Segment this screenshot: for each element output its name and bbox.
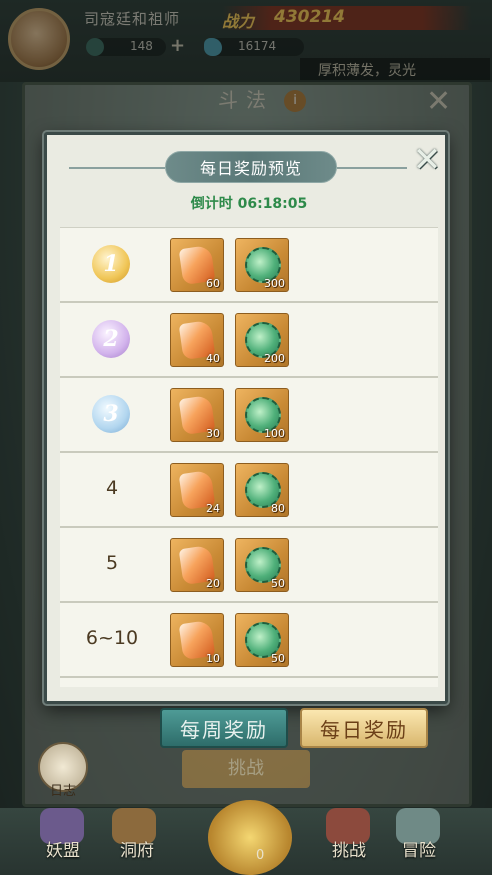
- fire-gem-icon[interactable]: 60: [170, 238, 224, 292]
- nav-alliance[interactable]: 妖盟: [46, 836, 80, 861]
- title-divider-right: [337, 167, 407, 169]
- item-quantity: 50: [271, 652, 285, 665]
- reward-row: 6~10 10 50: [60, 603, 438, 678]
- nav-cave[interactable]: 洞府: [120, 836, 154, 861]
- jade-coil-icon[interactable]: 50: [235, 613, 289, 667]
- fire-gem-icon[interactable]: 10: [170, 613, 224, 667]
- challenge-button-bg[interactable]: 挑战: [182, 750, 310, 788]
- item-quantity: 10: [206, 652, 220, 665]
- tab-daily-rewards[interactable]: 每日奖励: [300, 708, 428, 748]
- center-coin-icon[interactable]: [208, 800, 292, 875]
- daily-reward-modal: 每日奖励预览 ✕ 倒计时 06:18:05 1 60 300 2 40 200 …: [44, 132, 448, 704]
- item-quantity: 80: [271, 502, 285, 515]
- jade-coil-icon[interactable]: 100: [235, 388, 289, 442]
- reward-list[interactable]: 1 60 300 2 40 200 3 30 100 4 24 80 5 20 …: [60, 227, 438, 687]
- jade-coil-icon[interactable]: 80: [235, 463, 289, 517]
- center-coin-count: 0: [256, 848, 265, 863]
- item-quantity: 50: [271, 577, 285, 590]
- nav-adventure[interactable]: 冒险: [402, 836, 436, 861]
- rank-label: 5: [105, 552, 119, 574]
- rank-label: 6~10: [85, 627, 139, 649]
- purple-medal-icon: 2: [92, 320, 130, 358]
- fire-gem-icon[interactable]: 20: [170, 538, 224, 592]
- item-quantity: 60: [206, 277, 220, 290]
- reward-row: 5 20 50: [60, 528, 438, 603]
- fire-gem-icon[interactable]: 40: [170, 313, 224, 367]
- rank-label: 4: [105, 477, 119, 499]
- nav-challenge[interactable]: 挑战: [332, 836, 366, 861]
- item-quantity: 30: [206, 427, 220, 440]
- item-quantity: 100: [264, 427, 285, 440]
- fire-gem-icon[interactable]: 30: [170, 388, 224, 442]
- fire-gem-icon[interactable]: 24: [170, 463, 224, 517]
- item-quantity: 24: [206, 502, 220, 515]
- blue-medal-icon: 3: [92, 395, 130, 433]
- reward-row: 2 40 200: [60, 303, 438, 378]
- gold-medal-icon: 1: [92, 245, 130, 283]
- item-quantity: 300: [264, 277, 285, 290]
- jade-coil-icon[interactable]: 50: [235, 538, 289, 592]
- item-quantity: 200: [264, 352, 285, 365]
- jade-coil-icon[interactable]: 300: [235, 238, 289, 292]
- modal-title: 每日奖励预览: [199, 159, 302, 178]
- countdown-timer: 倒计时 06:18:05: [190, 196, 308, 212]
- jade-coil-icon[interactable]: 200: [235, 313, 289, 367]
- item-quantity: 40: [206, 352, 220, 365]
- reward-row: 1 60 300: [60, 228, 438, 303]
- tab-weekly-rewards[interactable]: 每周奖励: [160, 708, 288, 748]
- reward-row: 4 24 80: [60, 453, 438, 528]
- reward-row: 3 30 100: [60, 378, 438, 453]
- journal-label: 日志: [50, 784, 77, 799]
- close-icon[interactable]: ✕: [409, 143, 445, 179]
- item-quantity: 20: [206, 577, 220, 590]
- title-divider-left: [69, 167, 165, 169]
